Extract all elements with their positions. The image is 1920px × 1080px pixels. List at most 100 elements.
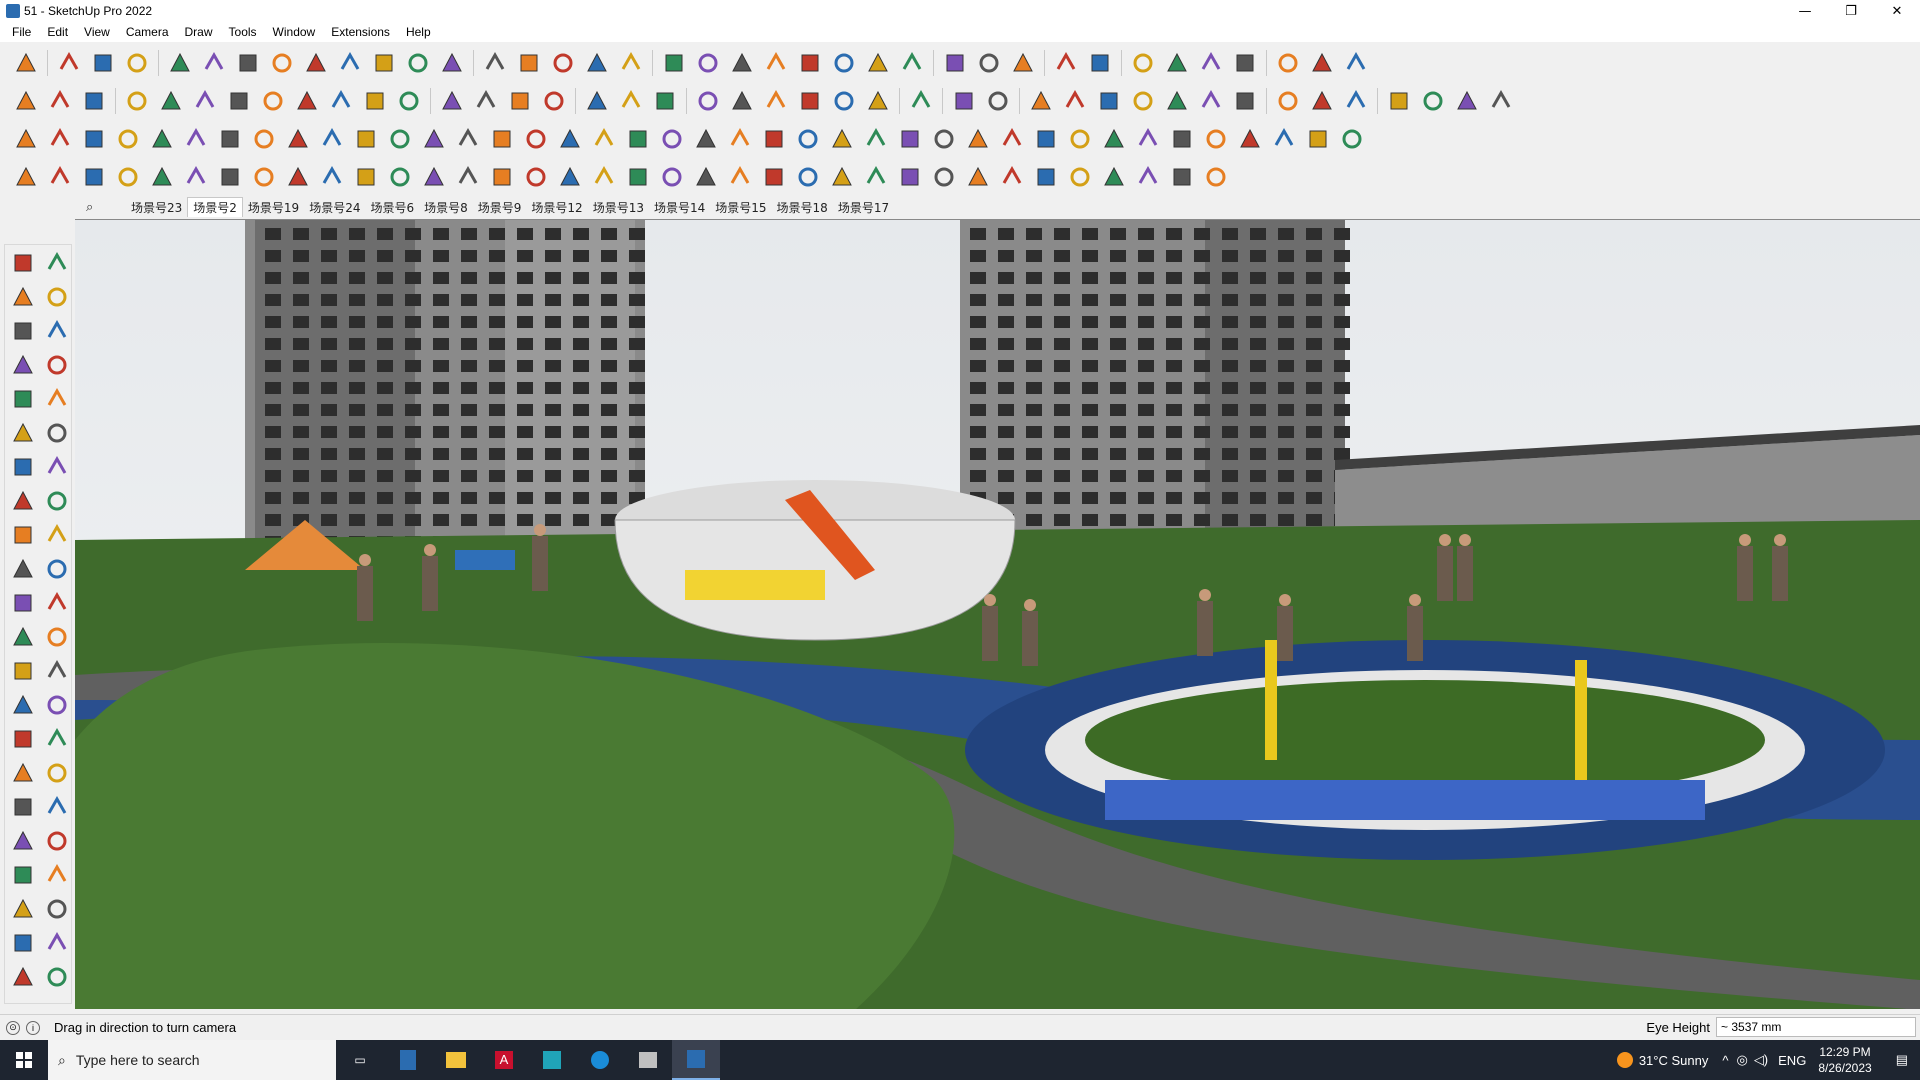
toolbar-tool-icon[interactable] [724, 161, 756, 193]
side-tool-icon[interactable] [7, 247, 39, 279]
toolbar-tool-icon[interactable] [948, 85, 980, 117]
toolbar-tool-icon[interactable] [359, 85, 391, 117]
toolbar-tool-icon[interactable] [44, 123, 76, 155]
toolbar-tool-icon[interactable] [1050, 47, 1082, 79]
toolbar-tool-icon[interactable] [996, 123, 1028, 155]
toolbar-tool-icon[interactable] [860, 161, 892, 193]
side-tool-icon[interactable] [41, 621, 73, 653]
toolbar-tool-icon[interactable] [581, 85, 613, 117]
side-tool-icon[interactable] [41, 757, 73, 789]
toolbar-tool-icon[interactable] [479, 47, 511, 79]
toolbar-tool-icon[interactable] [828, 47, 860, 79]
network-icon[interactable]: ◎ [1736, 1052, 1747, 1068]
toolbar-tool-icon[interactable] [1166, 161, 1198, 193]
side-tool-icon[interactable] [7, 383, 39, 415]
side-tool-icon[interactable] [7, 519, 39, 551]
side-tool-icon[interactable] [7, 825, 39, 857]
toolbar-tool-icon[interactable] [928, 161, 960, 193]
toolbar-tool-icon[interactable] [1084, 47, 1116, 79]
menu-view[interactable]: View [76, 25, 118, 39]
scene-tab[interactable]: 场景号19 [243, 197, 304, 217]
toolbar-tool-icon[interactable] [78, 161, 110, 193]
toolbar-tool-icon[interactable] [1132, 161, 1164, 193]
side-tool-icon[interactable] [41, 893, 73, 925]
toolbar-tool-icon[interactable] [316, 123, 348, 155]
toolbar-tool-icon[interactable] [393, 85, 425, 117]
toolbar-tool-icon[interactable] [214, 161, 246, 193]
side-tool-icon[interactable] [41, 315, 73, 347]
menu-edit[interactable]: Edit [39, 25, 76, 39]
toolbar-tool-icon[interactable] [164, 47, 196, 79]
menu-tools[interactable]: Tools [221, 25, 265, 39]
toolbar-tool-icon[interactable] [588, 123, 620, 155]
toolbar-tool-icon[interactable] [962, 161, 994, 193]
side-tool-icon[interactable] [7, 587, 39, 619]
toolbar-tool-icon[interactable] [266, 47, 298, 79]
taskbar-search[interactable]: ⌕ Type here to search [48, 1040, 336, 1080]
toolbar-tool-icon[interactable] [1132, 123, 1164, 155]
toolbar-tool-icon[interactable] [828, 85, 860, 117]
toolbar-tool-icon[interactable] [658, 47, 690, 79]
side-tool-icon[interactable] [41, 587, 73, 619]
side-tool-icon[interactable] [41, 655, 73, 687]
toolbar-tool-icon[interactable] [862, 47, 894, 79]
toolbar-tool-icon[interactable] [121, 85, 153, 117]
side-tool-icon[interactable] [7, 349, 39, 381]
toolbar-tool-icon[interactable] [436, 85, 468, 117]
toolbar-tool-icon[interactable] [384, 123, 416, 155]
toolbar-tool-icon[interactable] [334, 47, 366, 79]
toolbar-tool-icon[interactable] [1030, 161, 1062, 193]
vcb-input[interactable]: ~ 3537 mm [1716, 1017, 1916, 1037]
scene-tab[interactable]: 场景号12 [526, 197, 587, 217]
model-viewport[interactable] [75, 219, 1920, 1009]
toolbar-tool-icon[interactable] [248, 161, 280, 193]
edge-icon[interactable] [576, 1040, 624, 1080]
menu-help[interactable]: Help [398, 25, 439, 39]
menu-file[interactable]: File [4, 25, 39, 39]
toolbar-tool-icon[interactable] [1127, 47, 1159, 79]
toolbar-tool-icon[interactable] [1340, 47, 1372, 79]
toolbar-tool-icon[interactable] [1127, 85, 1159, 117]
toolbar-tool-icon[interactable] [622, 123, 654, 155]
toolbar-tool-icon[interactable] [1417, 85, 1449, 117]
app-icon[interactable] [624, 1040, 672, 1080]
app-icon[interactable] [528, 1040, 576, 1080]
scene-tab[interactable]: 场景号6 [365, 197, 419, 217]
side-tool-icon[interactable] [7, 281, 39, 313]
side-tool-icon[interactable] [7, 485, 39, 517]
toolbar-tool-icon[interactable] [146, 123, 178, 155]
toolbar-tool-icon[interactable] [368, 47, 400, 79]
toolbar-tool-icon[interactable] [1025, 85, 1057, 117]
side-tool-icon[interactable] [41, 485, 73, 517]
side-tool-icon[interactable] [41, 553, 73, 585]
toolbar-tool-icon[interactable] [214, 123, 246, 155]
toolbar-tool-icon[interactable] [1098, 123, 1130, 155]
toolbar-tool-icon[interactable] [1098, 161, 1130, 193]
toolbar-tool-icon[interactable] [792, 123, 824, 155]
toolbar-tool-icon[interactable] [436, 47, 468, 79]
toolbar-tool-icon[interactable] [692, 47, 724, 79]
toolbar-tool-icon[interactable] [1336, 123, 1368, 155]
toolbar-tool-icon[interactable] [10, 85, 42, 117]
toolbar-tool-icon[interactable] [470, 85, 502, 117]
toolbar-tool-icon[interactable] [282, 123, 314, 155]
toolbar-tool-icon[interactable] [384, 161, 416, 193]
toolbar-tool-icon[interactable] [1306, 85, 1338, 117]
scene-tab[interactable]: 场景号24 [304, 197, 365, 217]
volume-icon[interactable]: ◁) [1754, 1052, 1768, 1068]
toolbar-tool-icon[interactable] [282, 161, 314, 193]
toolbar-tool-icon[interactable] [656, 161, 688, 193]
side-tool-icon[interactable] [7, 927, 39, 959]
toolbar-tool-icon[interactable] [962, 123, 994, 155]
toolbar-tool-icon[interactable] [690, 123, 722, 155]
toolbar-tool-icon[interactable] [78, 123, 110, 155]
toolbar-tool-icon[interactable] [726, 85, 758, 117]
toolbar-tool-icon[interactable] [232, 47, 264, 79]
toolbar-tool-icon[interactable] [792, 161, 824, 193]
side-tool-icon[interactable] [41, 383, 73, 415]
side-tool-icon[interactable] [7, 621, 39, 653]
toolbar-tool-icon[interactable] [860, 123, 892, 155]
side-tool-icon[interactable] [41, 791, 73, 823]
language-indicator[interactable]: ENG [1778, 1053, 1806, 1068]
toolbar-tool-icon[interactable] [198, 47, 230, 79]
